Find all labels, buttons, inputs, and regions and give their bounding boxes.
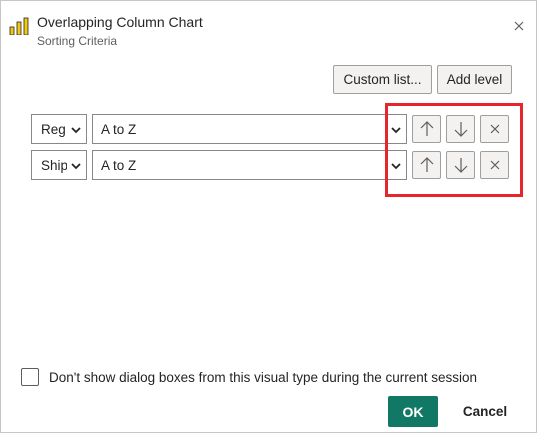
arrow-down-icon	[454, 158, 467, 173]
dialog-title: Overlapping Column Chart	[37, 14, 203, 30]
close-icon	[490, 124, 499, 134]
sort-field-value: Ship	[41, 157, 67, 173]
arrow-down-icon	[454, 122, 467, 137]
sort-field-select[interactable]: Reg	[31, 114, 87, 144]
ok-button[interactable]: OK	[388, 396, 438, 427]
sort-row: Reg A to Z	[31, 114, 511, 144]
dont-show-label: Don't show dialog boxes from this visual…	[49, 369, 478, 385]
chevron-down-icon	[391, 163, 401, 170]
arrow-up-icon	[420, 157, 433, 172]
column-chart-icon	[9, 17, 29, 35]
move-down-button[interactable]	[446, 115, 475, 143]
chevron-down-icon	[391, 127, 401, 134]
delete-level-button[interactable]	[480, 151, 509, 179]
arrow-up-icon	[420, 121, 433, 136]
close-icon	[490, 160, 499, 170]
sort-order-value: A to Z	[101, 157, 137, 173]
add-level-button[interactable]: Add level	[437, 65, 512, 94]
sorting-dialog: Overlapping Column Chart Sorting Criteri…	[0, 0, 537, 433]
sort-order-select[interactable]: A to Z	[92, 114, 407, 144]
custom-list-button[interactable]: Custom list...	[333, 65, 432, 94]
move-up-button[interactable]	[412, 115, 441, 143]
chevron-down-icon	[71, 127, 81, 134]
move-up-button[interactable]	[412, 151, 441, 179]
cancel-button[interactable]: Cancel	[453, 396, 517, 427]
chevron-down-icon	[71, 163, 81, 170]
sort-order-value: A to Z	[101, 121, 137, 137]
sort-order-select[interactable]: A to Z	[92, 150, 407, 180]
sort-row: Ship A to Z	[31, 150, 511, 180]
dialog-subtitle: Sorting Criteria	[37, 34, 118, 48]
delete-level-button[interactable]	[480, 115, 509, 143]
sort-field-value: Reg	[41, 121, 66, 137]
dont-show-checkbox[interactable]	[21, 368, 39, 386]
move-down-button[interactable]	[446, 151, 475, 179]
close-icon[interactable]	[512, 19, 526, 33]
sort-field-select[interactable]: Ship	[31, 150, 87, 180]
dont-show-option: Don't show dialog boxes from this visual…	[21, 368, 477, 386]
